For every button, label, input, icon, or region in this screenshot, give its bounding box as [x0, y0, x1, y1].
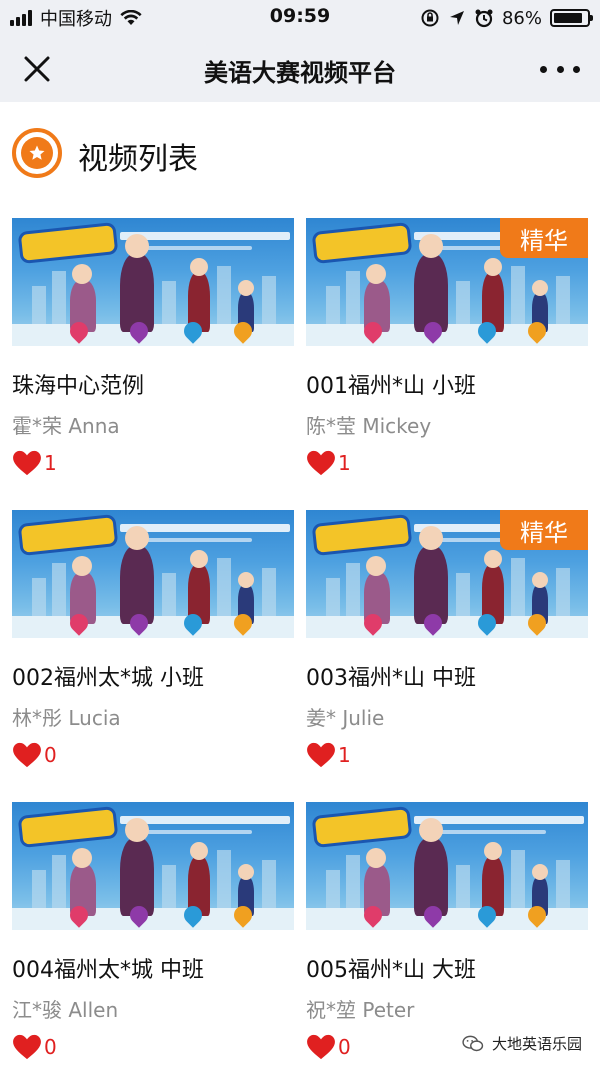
show-logo [314, 225, 410, 261]
video-thumbnail[interactable]: 精华 [306, 510, 588, 638]
wechat-icon [462, 1035, 484, 1051]
star-badge-icon [12, 128, 62, 178]
video-title[interactable]: 005福州*山 大班 [306, 952, 476, 984]
status-right: 86% [420, 6, 593, 30]
like-count: 1 [338, 451, 351, 475]
video-author: 祝*堃 Peter [306, 998, 415, 1022]
watermark-text: 大地英语乐园 [491, 1035, 582, 1053]
battery-percent: 86% [501, 7, 542, 29]
video-title[interactable]: 003福州*山 中班 [306, 660, 476, 692]
featured-badge: 精华 [500, 218, 588, 258]
video-author: 姜* Julie [306, 706, 385, 730]
show-logo [314, 517, 410, 553]
like-button[interactable]: 1 [12, 450, 57, 476]
location-icon [449, 11, 464, 25]
heart-icon[interactable] [12, 742, 42, 768]
like-button[interactable]: 1 [306, 742, 351, 768]
heart-icon[interactable] [306, 450, 336, 476]
like-count: 0 [338, 1035, 351, 1059]
video-author: 陈*莹 Mickey [306, 414, 432, 438]
more-menu-icon[interactable] [540, 58, 580, 80]
video-card[interactable]: 精华 003福州*山 中班 姜* Julie 1 [306, 510, 588, 802]
like-button[interactable]: 0 [306, 1034, 351, 1060]
nav-bar: 美语大赛视频平台 [0, 36, 600, 102]
like-count: 1 [44, 451, 57, 475]
show-logo [20, 809, 116, 845]
video-thumbnail[interactable] [12, 802, 294, 930]
like-count: 0 [44, 743, 57, 767]
battery-icon [550, 9, 593, 27]
video-title[interactable]: 001福州*山 小班 [306, 368, 476, 400]
video-grid: 珠海中心范例 霍*荣 Anna 1 精华 001福州*山 小班 陈*莹 Mick… [12, 218, 588, 1068]
like-button[interactable]: 0 [12, 1034, 57, 1060]
video-author: 霍*荣 Anna [12, 414, 120, 438]
rotation-lock-icon [421, 9, 439, 27]
heart-icon[interactable] [12, 450, 42, 476]
like-button[interactable]: 0 [12, 742, 57, 768]
heart-icon[interactable] [12, 1034, 42, 1060]
like-button[interactable]: 1 [306, 450, 351, 476]
show-logo [314, 809, 410, 845]
like-count: 1 [338, 743, 351, 767]
video-author: 江*骏 Allen [12, 998, 119, 1022]
heart-icon[interactable] [306, 742, 336, 768]
alarm-icon [475, 9, 493, 28]
video-title[interactable]: 002福州太*城 小班 [12, 660, 204, 692]
heart-icon[interactable] [306, 1034, 336, 1060]
section-header: 视频列表 [0, 102, 600, 212]
video-title[interactable]: 珠海中心范例 [12, 368, 144, 400]
like-count: 0 [44, 1035, 57, 1059]
video-thumbnail[interactable] [12, 510, 294, 638]
featured-badge: 精华 [500, 510, 588, 550]
video-card[interactable]: 004福州太*城 中班 江*骏 Allen 0 [12, 802, 294, 1068]
watermark: 大地英语乐园 [462, 1033, 582, 1054]
status-bar: 中国移动 09:59 86% [0, 0, 600, 36]
page-title: 美语大赛视频平台 [204, 59, 396, 87]
show-logo [20, 225, 116, 261]
video-thumbnail[interactable] [306, 802, 588, 930]
video-card[interactable]: 002福州太*城 小班 林*彤 Lucia 0 [12, 510, 294, 802]
video-thumbnail[interactable]: 精华 [306, 218, 588, 346]
video-thumbnail[interactable] [12, 218, 294, 346]
video-author: 林*彤 Lucia [12, 706, 121, 730]
section-title: 视频列表 [78, 142, 198, 177]
show-logo [20, 517, 116, 553]
video-card[interactable]: 005福州*山 大班 祝*堃 Peter 0 [306, 802, 588, 1068]
video-card[interactable]: 精华 001福州*山 小班 陈*莹 Mickey 1 [306, 218, 588, 510]
video-title[interactable]: 004福州太*城 中班 [12, 952, 204, 984]
video-card[interactable]: 珠海中心范例 霍*荣 Anna 1 [12, 218, 294, 510]
